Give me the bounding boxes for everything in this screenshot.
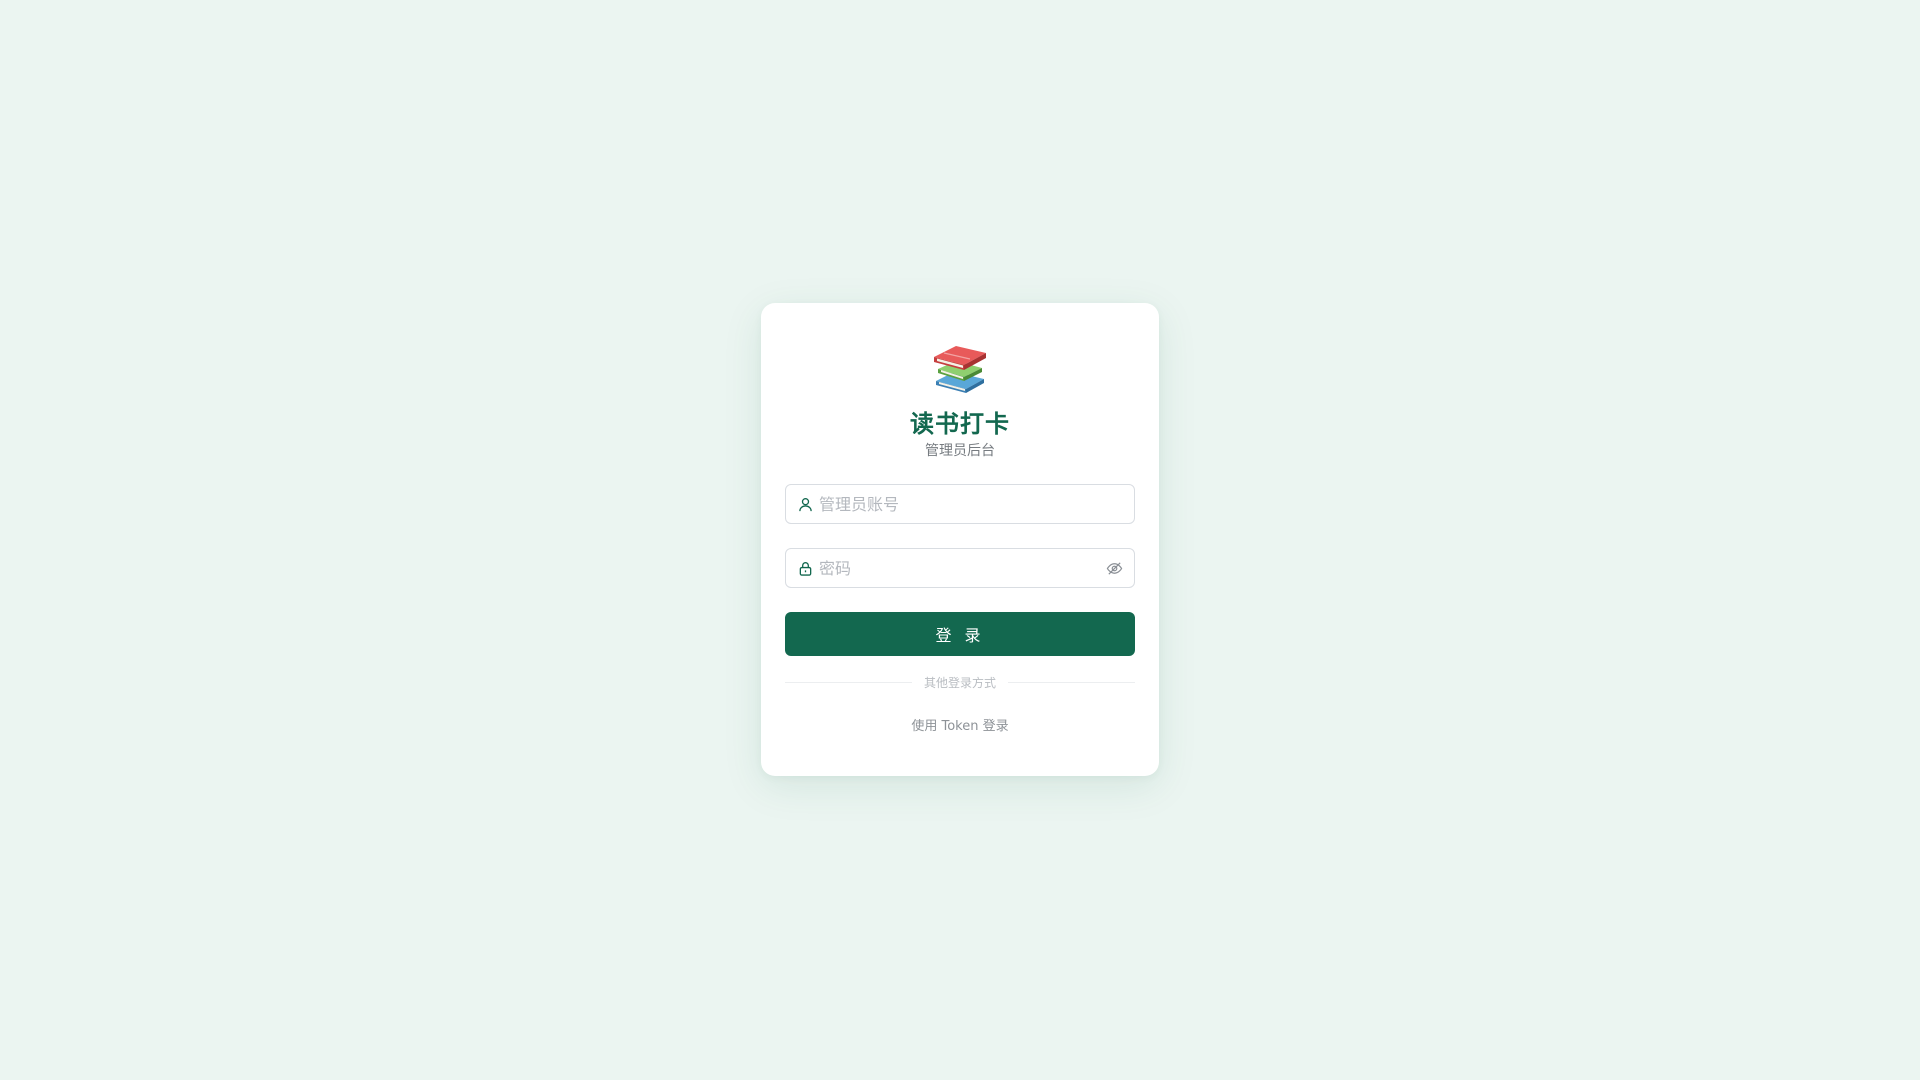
divider-line-right	[1008, 682, 1136, 683]
password-input[interactable]	[819, 558, 1105, 578]
app-title: 读书打卡	[910, 410, 1010, 438]
login-card: 读书打卡 管理员后台 登 录	[761, 303, 1159, 776]
other-login-divider: 其他登录方式	[785, 674, 1136, 691]
books-stack-icon	[934, 346, 986, 393]
brand: 读书打卡 管理员后台	[785, 339, 1135, 460]
username-input[interactable]	[819, 494, 1123, 514]
lock-icon	[797, 560, 813, 576]
password-field[interactable]	[785, 548, 1135, 588]
token-login-link[interactable]: 使用 Token 登录	[785, 715, 1135, 734]
app-subtitle: 管理员后台	[925, 443, 995, 459]
eye-off-icon[interactable]	[1105, 559, 1123, 577]
divider-line-left	[785, 682, 912, 683]
username-field[interactable]	[785, 484, 1135, 524]
login-button[interactable]: 登 录	[785, 612, 1135, 656]
divider-text: 其他登录方式	[924, 676, 997, 690]
user-icon	[797, 496, 813, 512]
